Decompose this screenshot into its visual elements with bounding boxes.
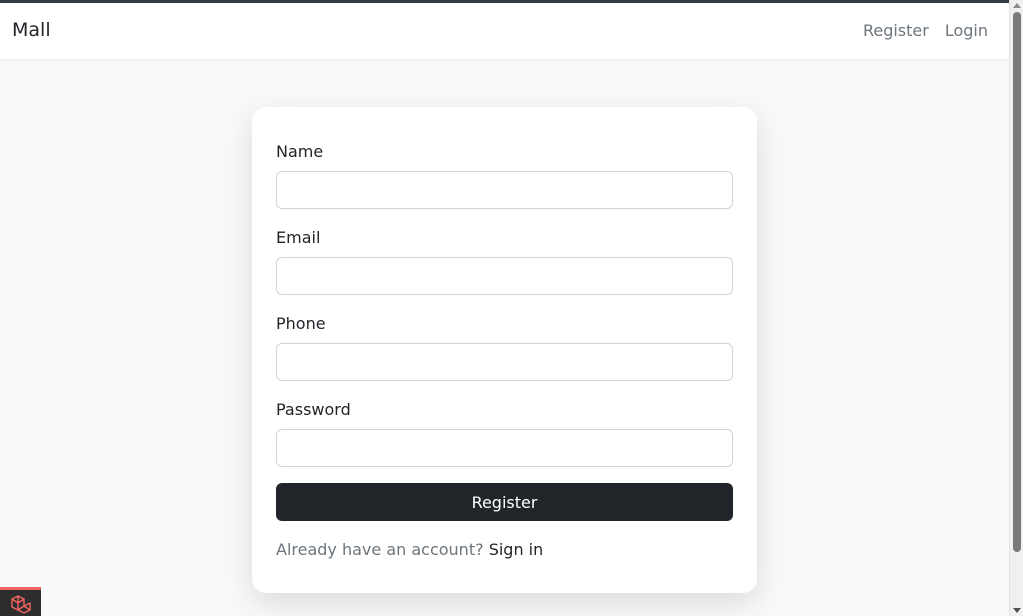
name-field[interactable] <box>276 171 733 209</box>
register-button[interactable]: Register <box>276 483 733 521</box>
phone-field[interactable] <box>276 343 733 381</box>
brand-logo-text[interactable]: Mall <box>12 19 51 41</box>
scroll-down-arrow-icon[interactable] <box>1013 608 1021 613</box>
phone-label: Phone <box>276 314 326 333</box>
navbar: Mall Register Login <box>0 3 1009 59</box>
signin-prompt-line: Already have an account? Sign in <box>276 540 543 559</box>
register-form-card: Name Email Phone Password Register Alrea… <box>252 107 757 593</box>
email-label: Email <box>276 228 321 247</box>
main-content: Name Email Phone Password Register Alrea… <box>0 59 1009 616</box>
debugbar-toggle[interactable] <box>0 587 41 616</box>
nav-login-link[interactable]: Login <box>945 21 988 40</box>
laravel-logo-icon <box>11 595 31 614</box>
nav-links: Register Login <box>863 21 988 40</box>
page-scrollbar[interactable] <box>1009 0 1023 616</box>
email-field[interactable] <box>276 257 733 295</box>
name-label: Name <box>276 142 324 161</box>
password-label: Password <box>276 400 351 419</box>
password-field[interactable] <box>276 429 733 467</box>
signin-link[interactable]: Sign in <box>489 540 544 559</box>
nav-register-link[interactable]: Register <box>863 21 929 40</box>
signin-prompt-text: Already have an account? <box>276 540 484 559</box>
scrollbar-thumb[interactable] <box>1013 12 1021 552</box>
scroll-up-arrow-icon[interactable] <box>1013 3 1021 8</box>
